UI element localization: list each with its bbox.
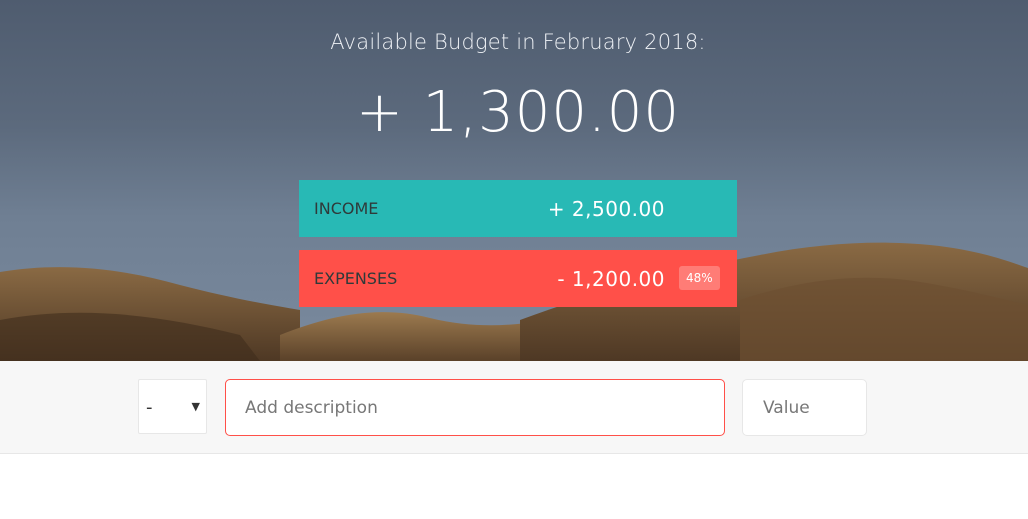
expenses-value: - 1,200.00 bbox=[557, 266, 665, 291]
expenses-summary: Expenses - 1,200.00 48% bbox=[299, 250, 737, 307]
add-item-bar: - ▼ bbox=[0, 361, 1028, 454]
expenses-label: Expenses bbox=[314, 269, 398, 288]
description-input[interactable] bbox=[225, 379, 725, 436]
income-value: + 2,500.00 bbox=[547, 196, 665, 221]
value-input[interactable] bbox=[742, 379, 867, 436]
income-summary: Income + 2,500.00 bbox=[299, 180, 737, 237]
caret-down-icon: ▼ bbox=[191, 400, 200, 413]
header-section: Available Budget in February 2018: + 1,3… bbox=[0, 0, 1028, 361]
budget-title: Available Budget in February 2018: bbox=[330, 30, 706, 54]
type-select-value: - bbox=[146, 397, 153, 418]
expenses-percentage-badge: 48% bbox=[679, 266, 720, 290]
type-select[interactable]: - ▼ bbox=[138, 379, 207, 434]
income-label: Income bbox=[314, 199, 379, 218]
budget-value: + 1,300.00 bbox=[355, 80, 681, 145]
